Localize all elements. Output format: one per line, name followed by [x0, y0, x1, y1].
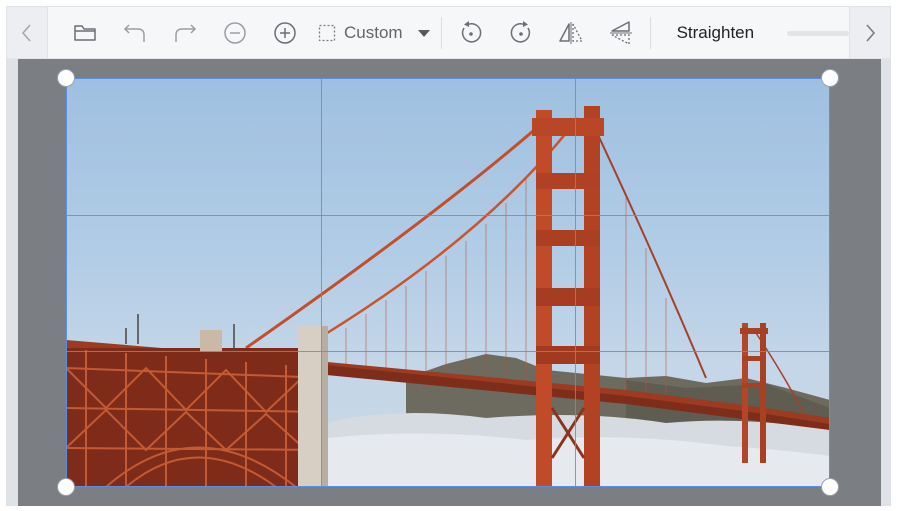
crop-handle-top-right[interactable]: [821, 69, 839, 87]
flip-horizontal-button[interactable]: [546, 7, 596, 58]
crop-handle-bottom-left[interactable]: [57, 478, 75, 496]
image-editor: Custom Straighten: [6, 6, 891, 506]
undo-icon: [123, 23, 145, 42]
toolbar-separator: [649, 16, 651, 49]
zoom-out-icon: [224, 21, 246, 44]
toolbar-separator: [440, 16, 442, 49]
crop-handle-top-left[interactable]: [57, 69, 75, 87]
crop-frame[interactable]: [66, 78, 830, 487]
scroll-left-button[interactable]: [7, 7, 48, 58]
zoom-in-button[interactable]: [260, 7, 310, 58]
crop-grid-line: [575, 79, 576, 486]
crop-handle-bottom-right[interactable]: [821, 478, 839, 496]
zoom-in-icon: [274, 21, 296, 44]
flip-vertical-icon: [609, 20, 632, 45]
flip-horizontal-icon: [558, 21, 583, 44]
dropdown-arrow-icon: [417, 29, 430, 37]
rotate-right-icon: [510, 20, 530, 43]
rotate-left-icon: [461, 20, 481, 43]
rotate-left-button[interactable]: [446, 7, 496, 58]
straighten-slider[interactable]: [787, 31, 849, 36]
undo-button[interactable]: [110, 7, 160, 58]
crop-grid-line: [67, 351, 829, 352]
aspect-ratio-select[interactable]: Custom: [310, 7, 437, 58]
toolbar: Custom Straighten: [7, 7, 890, 59]
crop-grid-line: [321, 79, 322, 486]
chevron-right-icon: [866, 23, 876, 42]
chevron-left-icon: [21, 23, 31, 42]
rotate-right-button[interactable]: [496, 7, 546, 58]
redo-icon: [175, 23, 197, 42]
folder-icon: [74, 24, 96, 41]
redo-button[interactable]: [160, 7, 210, 58]
straighten-label: Straighten: [676, 22, 755, 42]
flip-vertical-button[interactable]: [596, 7, 646, 58]
zoom-out-button[interactable]: [210, 7, 260, 58]
crop-grid-line: [67, 215, 829, 216]
open-button[interactable]: [60, 7, 110, 58]
editing-canvas: [18, 59, 881, 506]
crop-selection-icon: [318, 24, 336, 41]
scroll-right-button[interactable]: [849, 7, 890, 58]
aspect-ratio-label: Custom: [344, 22, 403, 42]
